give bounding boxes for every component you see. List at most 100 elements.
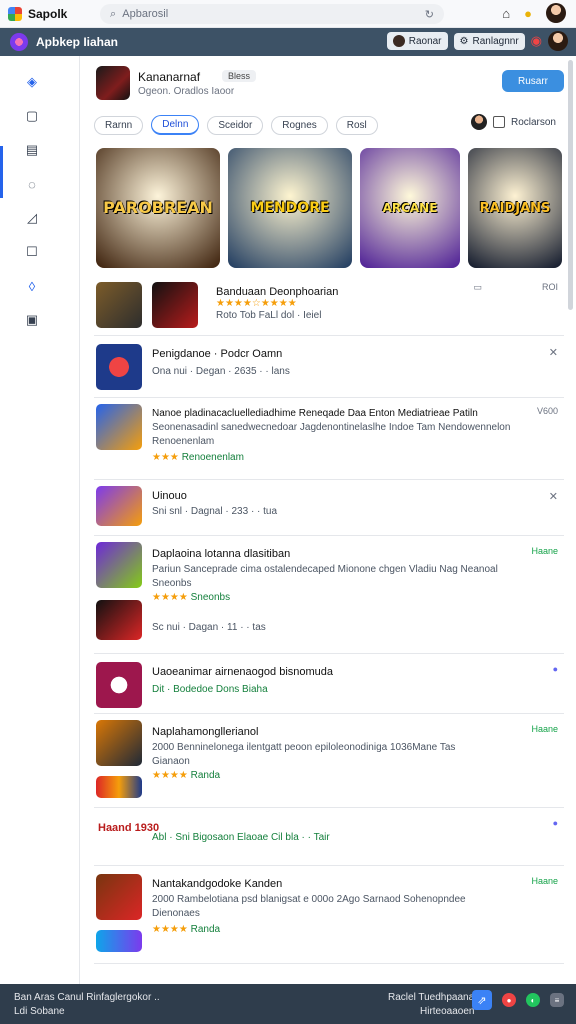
follow-button[interactable]: Rusarr [502, 70, 564, 92]
list-item[interactable]: Haand 1930 Abl · Sni Bigosaon Elaoae Cil… [94, 810, 564, 866]
tab-right-label: Roclarson [510, 116, 556, 128]
row-stars: ★★★★☆★★★★ [216, 298, 297, 309]
app-header: Apbkep Iiahan Raonar ⚙ Ranlagnnr ◉ [0, 28, 576, 56]
row-stars: ★★★★ Randa [152, 770, 221, 781]
sidebar-chat-icon[interactable]: ◌ [22, 174, 42, 194]
sidebar-image-icon[interactable]: ▣ [22, 310, 42, 330]
sidebar-grid-icon[interactable]: ▤ [22, 140, 42, 160]
row-line: Ona nui · Degan · 2635 · · lans [152, 366, 290, 377]
sidebar-flag-icon[interactable]: ◿ [22, 208, 42, 228]
row-meta: Haane [531, 724, 558, 734]
row-thumb [96, 600, 142, 640]
tab-4[interactable]: Rosl [335, 115, 378, 135]
row-title: Uinouo [152, 490, 187, 502]
sidebar-calendar-icon[interactable]: ☐ [22, 242, 42, 262]
close-icon[interactable]: ✕ [549, 490, 558, 503]
settings-icon: ⚙ [459, 35, 469, 47]
profile-image[interactable] [96, 66, 130, 100]
tab-1[interactable]: Delnn [151, 115, 200, 135]
tab-3[interactable]: Rognes [271, 115, 328, 135]
profile-header: Kananarnaf Bless Ogeon. Oradlos Iaoor Ru… [96, 66, 566, 106]
row-toggle-icon[interactable]: ▭ [473, 282, 482, 293]
list-item[interactable]: Penigdanoe · Podcr Oamn Ona nui · Degan … [94, 338, 564, 398]
scrollbar[interactable] [568, 60, 573, 310]
row-line: Renoenenlam [152, 436, 215, 447]
row-line-text: Abl · Sni Bigosaon Elaoae Cil bla · · Ta… [152, 832, 330, 843]
row-stars: ★★★★ Sneonbs [152, 592, 231, 603]
row-line: Sneonbs [152, 578, 192, 589]
status-icon[interactable]: ◐ [526, 993, 540, 1007]
featured-card-0[interactable]: PAROBREAN [96, 148, 220, 268]
browser-logo-icon [8, 6, 22, 21]
profile-badge[interactable]: Bless [222, 70, 257, 82]
header-avatar[interactable] [548, 31, 568, 51]
sidebar: ◈ ▢ ▤ ◌ ◿ ☐ ◊ ▣ [0, 56, 80, 984]
tab-0[interactable]: Rarnn [94, 115, 144, 135]
row-meta: Haane [531, 546, 558, 556]
row-title: Haand 1930 [98, 822, 160, 834]
row-meta: Haane [531, 876, 558, 886]
featured-title-1: MENDORE [250, 200, 330, 216]
home-icon[interactable]: ⌂ [502, 6, 510, 21]
browser-bar: Sapolk ⌕ Apbarosil ↻ ⌂ ● [0, 0, 576, 28]
user-avatar-icon [392, 35, 405, 47]
record-icon[interactable]: ● [502, 993, 516, 1007]
row-line-text: Dit · Bodedoe Dons Biaha [152, 684, 268, 695]
list-item[interactable]: Nantakandgodoke Kanden 2000 Rambelotiana… [94, 868, 564, 964]
account-pill[interactable]: ⚙ Ranlagnnr [453, 32, 525, 50]
sidebar-home-icon[interactable]: ◈ [22, 72, 42, 92]
list-item[interactable]: Banduaan Deonphoarian ★★★★☆★★★★ Roto Tob… [94, 276, 564, 336]
footer-bar: Ban Aras Canul Rinfaglergokor .. Ldi Sob… [0, 984, 576, 1024]
row-stars: ★★★★ Randa [152, 924, 221, 935]
featured-card-2[interactable]: ARCANE [360, 148, 460, 268]
app-title: Apbkep Iiahan [36, 35, 119, 49]
row-thumb [96, 776, 142, 798]
featured-title-3: RAIDJANS [479, 200, 551, 216]
row-title: Naplahamongllerianol [152, 726, 259, 738]
row-thumb [152, 282, 198, 328]
footer-text: Ban Aras Canul Rinfaglergokor .. [14, 992, 160, 1003]
alert-icon[interactable]: ◉ [531, 33, 542, 49]
notification-icon[interactable]: ● [524, 6, 532, 21]
share-icon[interactable]: ⇗ [472, 990, 492, 1010]
profile-subtitle: Ogeon. Oradlos Iaoor [138, 86, 235, 97]
reload-icon[interactable]: ↻ [425, 8, 434, 21]
row-thumb [96, 344, 142, 390]
row-thumb [96, 542, 142, 588]
profile-name: Kananarnaf [138, 70, 201, 84]
user-avatar[interactable] [546, 3, 566, 23]
row-line: 2000 Rambelotiana psd blanigsat e 000o 2… [152, 894, 466, 905]
row-line: Gianaon [152, 756, 190, 767]
featured-card-3[interactable]: RAIDJANS [468, 148, 562, 268]
row-thumb [96, 486, 142, 526]
row-meta: ROI [541, 282, 558, 292]
featured-card-1[interactable]: MENDORE [228, 148, 352, 268]
sidebar-tag-icon[interactable]: ◊ [22, 276, 42, 296]
address-bar[interactable]: ⌕ Apbarosil ↻ [100, 4, 444, 24]
list-item[interactable]: Daplaoina lotanna dlasitiban Pariun Sanc… [94, 538, 564, 654]
list-item[interactable]: Naplahamongllerianol 2000 Benninelonega … [94, 716, 564, 808]
tab-avatar[interactable] [470, 114, 487, 130]
row-thumb [96, 874, 142, 920]
row-line: Roto Tob FaLl dol · Ieiel [216, 310, 322, 321]
row-line: Abl · Sni Bigosaon Elaoae Cil bla · · Ta… [152, 832, 330, 843]
row-line: Sni snl · Dagnal · 233 · · tua [152, 506, 278, 517]
checkbox-icon[interactable] [492, 116, 505, 128]
app-logo-icon [10, 33, 28, 51]
list-item[interactable]: Nanoe pladinacacluellediadhime Reneqade … [94, 400, 564, 480]
row-thumb [96, 404, 142, 450]
row-stars: ★★★ Renoenenlam [152, 452, 244, 463]
menu-icon[interactable]: ≡ [550, 993, 564, 1007]
user-pill-label: Raonar [408, 35, 442, 47]
list-item[interactable]: Uinouo Sni snl · Dagnal · 233 · · tua ✕ [94, 482, 564, 536]
user-pill[interactable]: Raonar [386, 32, 448, 50]
list-item[interactable]: Uaoeanimar airnenaogod bisnomuda Dit · B… [94, 656, 564, 714]
row-meta: ● [552, 664, 558, 674]
row-thumb [96, 662, 142, 708]
row-thumb [96, 282, 142, 328]
close-icon[interactable]: ✕ [549, 346, 558, 359]
sidebar-doc-icon[interactable]: ▢ [22, 106, 42, 126]
main-content: Kananarnaf Bless Ogeon. Oradlos Iaoor Ru… [80, 56, 576, 984]
tab-2[interactable]: Sceidor [207, 115, 264, 135]
row-line: Pariun Sanceprade cima ostalendecaped Mi… [152, 564, 498, 575]
